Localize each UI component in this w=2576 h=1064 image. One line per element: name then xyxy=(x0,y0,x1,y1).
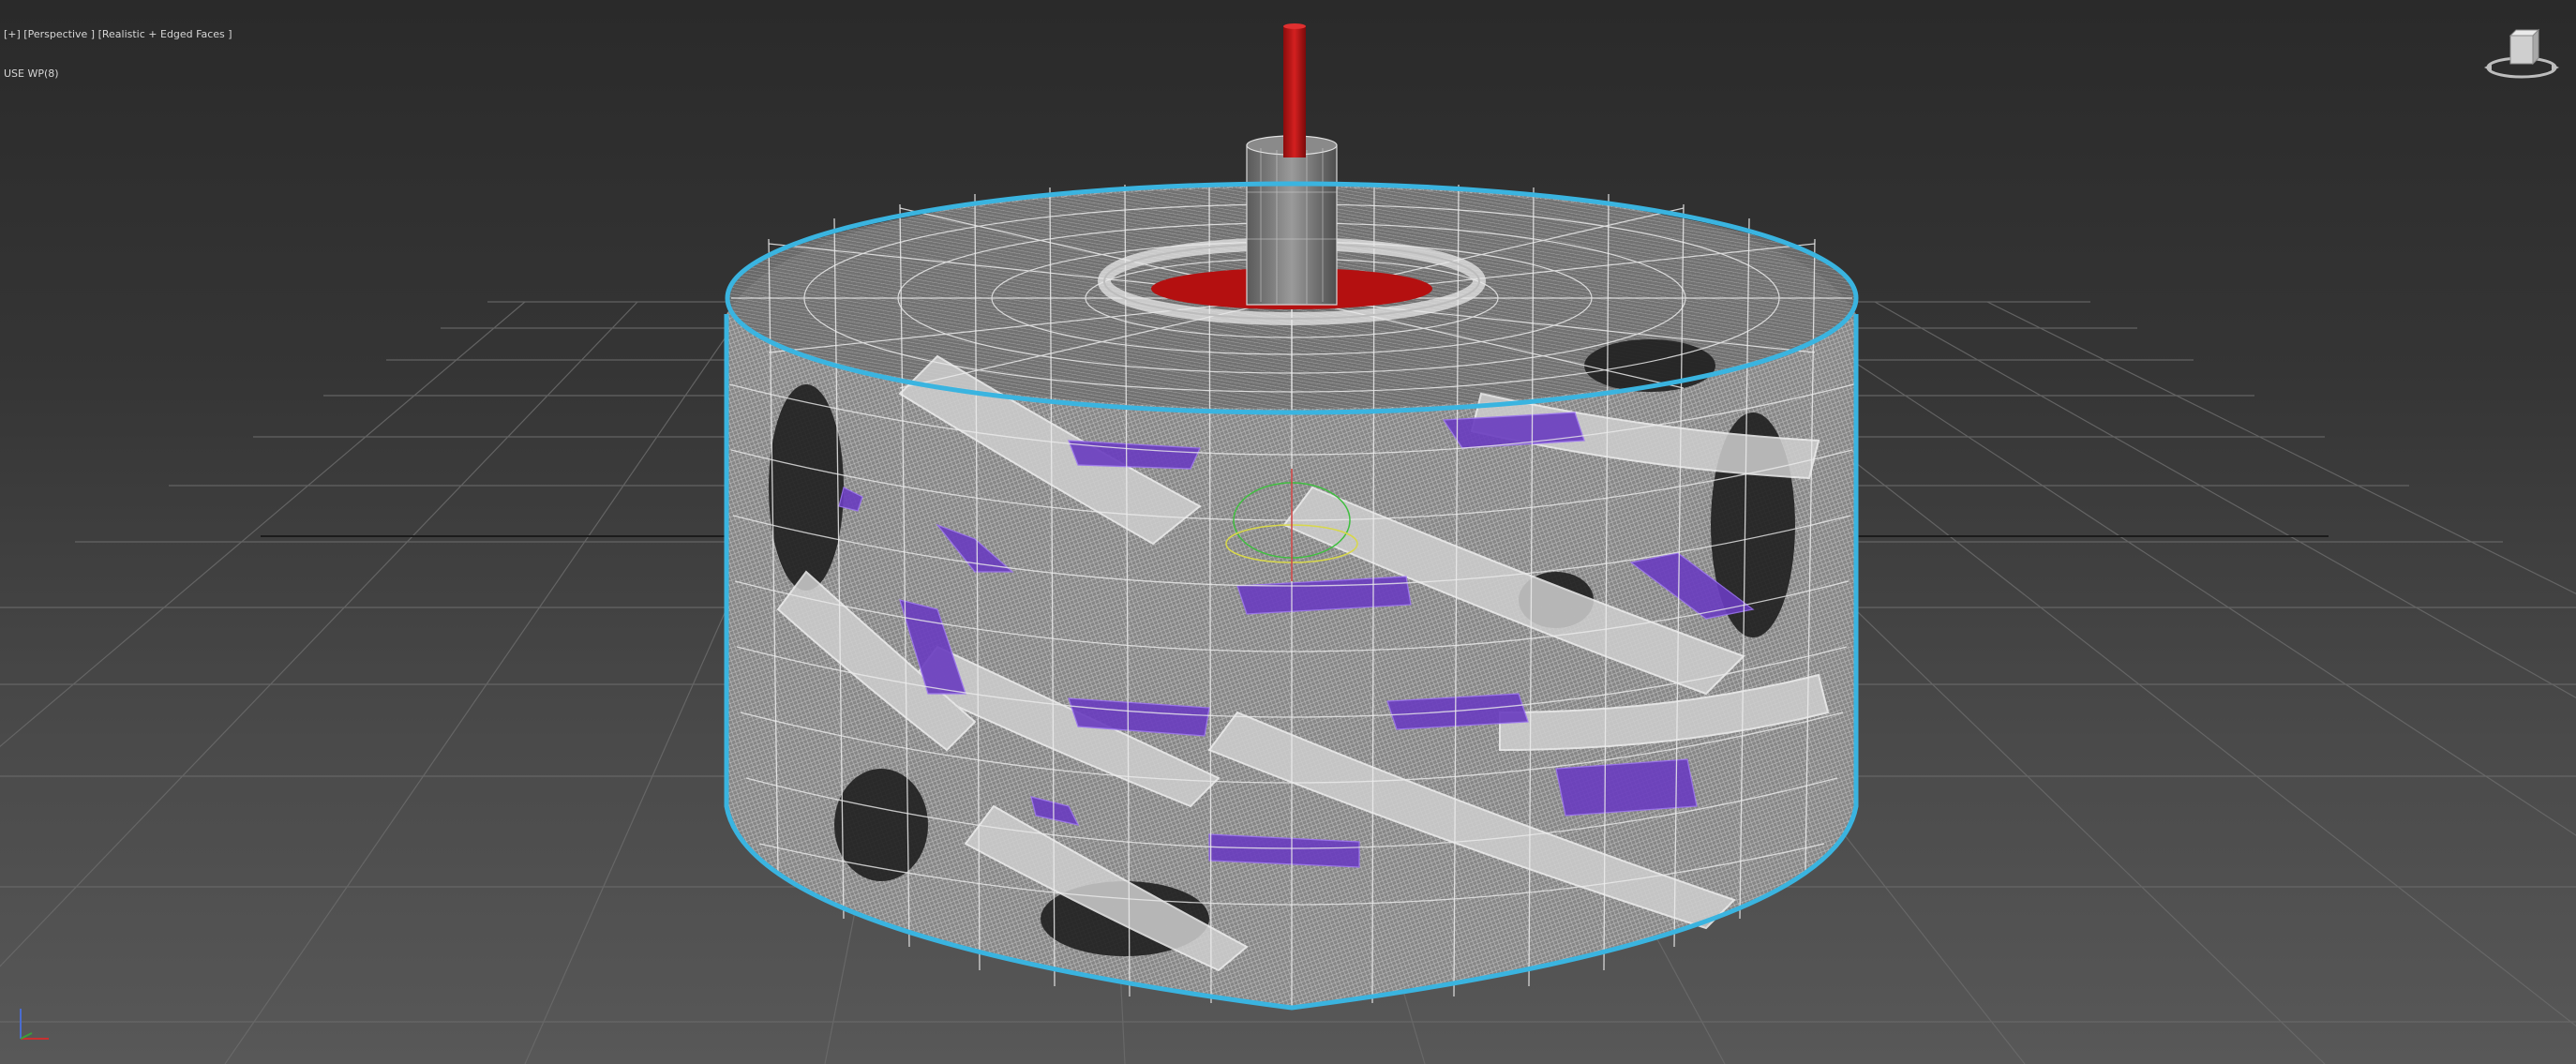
axis-tripod-icon xyxy=(20,1009,49,1040)
viewport-label-menu[interactable]: [+] [Perspective ] [Realistic + Edged Fa… xyxy=(4,28,232,41)
workplane-label: USE WP(8) xyxy=(4,67,59,80)
mixer-mesh-object xyxy=(724,23,1859,1011)
viewport-label[interactable]: [+] [Perspective ] [Realistic + Edged Fa… xyxy=(4,2,232,107)
scene-canvas[interactable] xyxy=(0,0,2576,1064)
viewcube-icon[interactable] xyxy=(2482,26,2561,86)
perspective-viewport[interactable]: [+] [Perspective ] [Realistic + Edged Fa… xyxy=(0,0,2576,1064)
